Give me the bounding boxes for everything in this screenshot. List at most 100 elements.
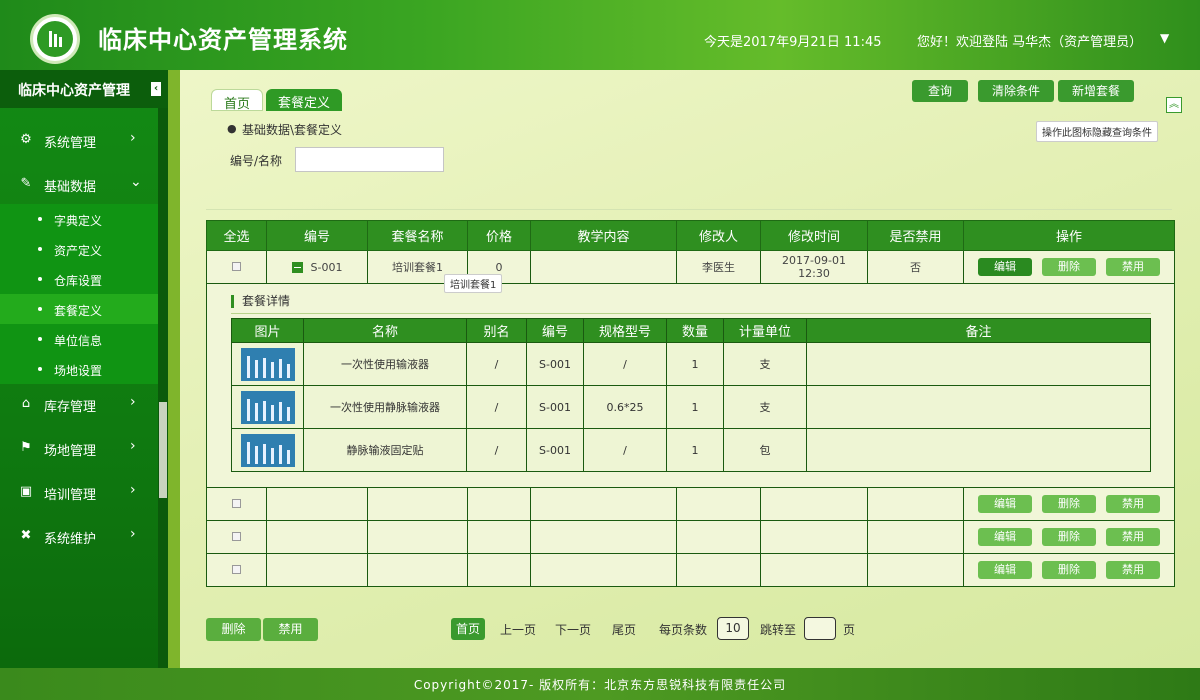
sidebar-item-inventory[interactable]: ⌂ 库存管理 ›	[0, 384, 158, 424]
sidebar-submenu: 字典定义 资产定义 仓库设置 套餐定义 单位信息 场地设置	[0, 204, 158, 384]
column-header: 操作	[963, 220, 1175, 251]
row-checkbox-cell	[206, 553, 267, 587]
item-unit: 支	[723, 385, 807, 429]
last-page-link[interactable]: 尾页	[612, 621, 636, 638]
current-date: 今天是2017年9月21日 11:45	[704, 35, 882, 50]
disable-button[interactable]: 禁用	[1106, 561, 1160, 579]
sidebar-collapse-icon[interactable]: ‹	[151, 82, 161, 96]
collapse-row-icon[interactable]	[291, 262, 303, 273]
row-checkbox[interactable]	[232, 498, 241, 508]
delete-button[interactable]: 删除	[1042, 495, 1096, 513]
row-checkbox[interactable]	[232, 531, 241, 541]
per-page-input[interactable]: 10	[717, 617, 749, 640]
row-time-clock: 12:30	[798, 267, 830, 280]
sidebar-subitem-asset[interactable]: 资产定义	[0, 234, 158, 264]
item-image-cell	[231, 385, 304, 429]
sidebar-subitem-warehouse[interactable]: 仓库设置	[0, 264, 158, 294]
delete-button[interactable]: 删除	[1042, 561, 1096, 579]
collapse-up-icon[interactable]: ︽	[1166, 97, 1182, 113]
column-header: 教学内容	[530, 220, 677, 251]
batch-delete-button[interactable]: 删除	[206, 618, 261, 641]
sidebar-item-basic-data[interactable]: ✎ 基础数据 ⌄	[0, 164, 158, 204]
row-checkbox[interactable]	[232, 564, 241, 574]
board-icon: ▣	[19, 484, 33, 499]
user-greeting[interactable]: 您好！欢迎登陆 马华杰（资产管理员）	[917, 31, 1142, 50]
disable-button[interactable]: 禁用	[1106, 258, 1160, 276]
column-header: 备注	[806, 318, 1151, 343]
item-unit: 支	[723, 342, 807, 386]
next-page-link[interactable]: 下一页	[555, 621, 591, 638]
disable-button[interactable]: 禁用	[1106, 528, 1160, 546]
sidebar-scroll-thumb[interactable]	[159, 402, 167, 498]
sidebar: 临床中心资产管理 ‹ ⚙ 系统管理 › ✎ 基础数据 ⌄ 字典定义 资产定义 仓…	[0, 70, 168, 668]
flag-icon: ⚑	[20, 440, 32, 455]
bullet-icon	[38, 247, 42, 251]
sidebar-item-system[interactable]: ⚙ 系统管理 ›	[0, 120, 158, 160]
bullet-icon	[38, 277, 42, 281]
divider	[206, 209, 1172, 210]
item-note	[806, 428, 1151, 472]
column-header: 价格	[467, 220, 531, 251]
item-qty: 1	[666, 428, 724, 472]
user-menu-caret-icon[interactable]: ▼	[1160, 31, 1169, 45]
tools-icon: ✖	[20, 528, 32, 543]
sidebar-subitem-dictionary[interactable]: 字典定义	[0, 204, 158, 234]
column-header: 修改人	[676, 220, 761, 251]
item-name: 一次性使用输液器	[303, 342, 467, 386]
detail-row-item: 一次性使用输液器 / S-001 / 1 支	[231, 342, 1151, 386]
item-image-cell	[231, 428, 304, 472]
chevron-right-icon: ›	[130, 482, 136, 498]
clear-conditions-button[interactable]: 清除条件	[978, 80, 1054, 102]
disable-button[interactable]: 禁用	[1106, 495, 1160, 513]
add-package-button[interactable]: 新增套餐	[1058, 80, 1134, 102]
edit-button[interactable]: 编辑	[978, 495, 1032, 513]
search-label: 编号/名称	[230, 154, 283, 168]
item-thumbnail[interactable]	[240, 347, 295, 381]
delete-button[interactable]: 删除	[1042, 258, 1096, 276]
column-header: 数量	[666, 318, 724, 343]
column-header: 别名	[466, 318, 527, 343]
delete-button[interactable]: 删除	[1042, 528, 1096, 546]
item-qty: 1	[666, 385, 724, 429]
row-time-date: 2017-09-01	[782, 254, 846, 267]
table-row: 编辑 删除 禁用	[206, 553, 1175, 587]
select-all-header[interactable]: 全选	[206, 220, 267, 251]
row-checkbox[interactable]	[232, 261, 241, 271]
detail-title: 套餐详情	[231, 295, 290, 308]
item-thumbnail[interactable]	[240, 433, 295, 467]
item-name: 一次性使用静脉输液器	[303, 385, 467, 429]
sidebar-item-label: 系统维护	[44, 532, 97, 547]
query-button[interactable]: 查询	[912, 80, 968, 102]
tab-package-definition[interactable]: 套餐定义	[266, 89, 343, 111]
column-header: 编号	[266, 220, 368, 251]
row-actions: 编辑 删除 禁用	[963, 520, 1175, 554]
item-thumbnail[interactable]	[240, 390, 295, 424]
batch-disable-button[interactable]: 禁用	[263, 618, 318, 641]
search-input[interactable]	[295, 147, 444, 172]
edit-button[interactable]: 编辑	[978, 561, 1032, 579]
table-row: 编辑 删除 禁用	[206, 520, 1175, 554]
row-checkbox-cell	[206, 520, 267, 554]
edit-button[interactable]: 编辑	[978, 258, 1032, 276]
sidebar-item-training[interactable]: ▣ 培训管理 ›	[0, 472, 158, 512]
sidebar-subitem-label: 单位信息	[54, 334, 103, 348]
row-disabled: 否	[867, 250, 964, 284]
sidebar-item-maintenance[interactable]: ✖ 系统维护 ›	[0, 516, 158, 556]
sidebar-subitem-site[interactable]: 场地设置	[0, 354, 158, 384]
sidebar-scrollbar[interactable]	[158, 108, 168, 668]
main-content: 首页 套餐定义 查询 清除条件 新增套餐 ︽ 操作此图标隐藏查询条件 ● 基础数…	[180, 70, 1200, 668]
jump-page-input[interactable]	[804, 617, 836, 640]
table-row: 编辑 删除 禁用	[206, 487, 1175, 521]
sidebar-title: 临床中心资产管理	[0, 70, 168, 108]
sidebar-subitem-package[interactable]: 套餐定义	[0, 294, 158, 324]
row-checkbox-cell	[206, 250, 267, 284]
row-editor: 李医生	[676, 250, 761, 284]
bullet-icon	[38, 367, 42, 371]
row-checkbox-cell	[206, 487, 267, 521]
first-page-button[interactable]: 首页	[451, 618, 485, 640]
sidebar-item-site[interactable]: ⚑ 场地管理 ›	[0, 428, 158, 468]
sidebar-subitem-unit[interactable]: 单位信息	[0, 324, 158, 354]
prev-page-link[interactable]: 上一页	[500, 621, 536, 638]
tab-home[interactable]: 首页	[211, 89, 264, 112]
edit-button[interactable]: 编辑	[978, 528, 1032, 546]
